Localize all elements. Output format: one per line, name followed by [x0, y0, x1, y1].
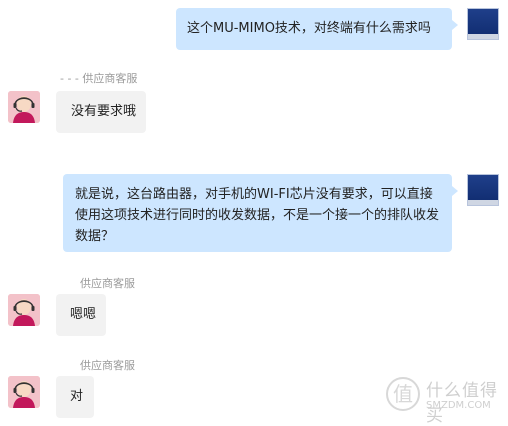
- message-bubble-incoming: 嗯嗯: [56, 294, 106, 336]
- agent-headset-icon: [8, 376, 40, 408]
- agent-avatar[interactable]: [8, 376, 40, 408]
- agent-avatar[interactable]: [8, 91, 40, 123]
- user-avatar[interactable]: [467, 174, 499, 206]
- agent-avatar[interactable]: [8, 294, 40, 326]
- message-bubble-outgoing: 这个MU-MIMO技术，对终端有什么需求吗: [176, 8, 458, 50]
- watermark-logo-icon: 值: [386, 377, 420, 411]
- sender-name: 供应商客服: [80, 359, 135, 372]
- message-bubble-outgoing: 就是说，这台路由器，对手机的WI-FI芯片没有要求，可以直接使用这项技术进行同时…: [63, 174, 458, 252]
- message-text: 这个MU-MIMO技术，对终端有什么需求吗: [187, 21, 431, 36]
- message-bubble-incoming: 没有要求哦: [56, 91, 146, 133]
- user-avatar[interactable]: [467, 8, 499, 40]
- message-text: 就是说，这台路由器，对手机的WI-FI芯片没有要求，可以直接使用这项技术进行同时…: [75, 187, 440, 244]
- agent-headset-icon: [8, 91, 40, 123]
- message-text: 对: [70, 389, 84, 404]
- sender-name: 供应商客服: [80, 277, 135, 290]
- watermark-url: SMZDM.COM: [426, 400, 491, 411]
- message-text: 没有要求哦: [71, 104, 137, 119]
- sender-name: - - - 供应商客服: [60, 72, 138, 85]
- agent-headset-icon: [8, 294, 40, 326]
- message-text: 嗯嗯: [70, 307, 97, 322]
- watermark: 值 什么值得买 SMZDM.COM: [386, 376, 508, 426]
- message-bubble-incoming: 对: [56, 376, 94, 418]
